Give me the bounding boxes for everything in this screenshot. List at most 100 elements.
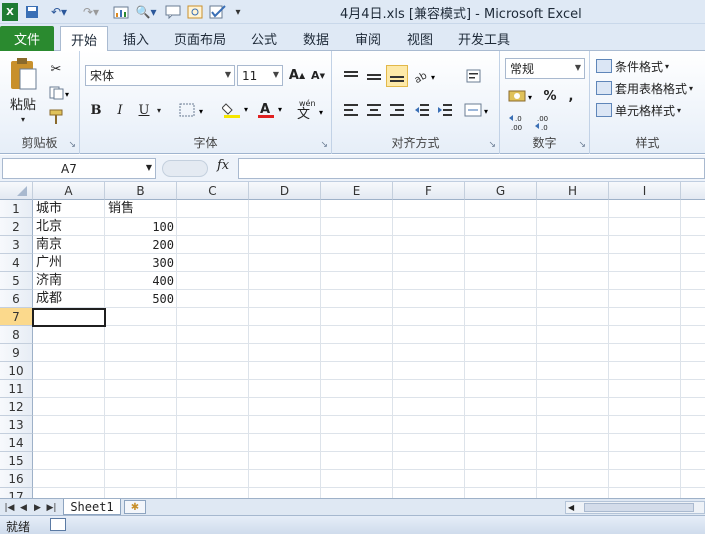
decrease-indent-icon[interactable] — [411, 99, 433, 121]
row-header-5[interactable]: 5 — [0, 272, 33, 290]
cell-a3[interactable]: 南京 — [33, 236, 105, 254]
decrease-decimal-icon[interactable]: .00.0 — [532, 111, 556, 133]
column-header-a[interactable]: A — [33, 182, 105, 200]
find-icon[interactable]: 🔍▾ — [134, 3, 158, 21]
font-launcher-icon[interactable]: ↘ — [320, 140, 328, 150]
redo-icon[interactable]: ↷▾ — [80, 3, 102, 21]
align-left-icon[interactable] — [340, 99, 362, 121]
macro-record-icon[interactable] — [50, 518, 66, 531]
paste-button[interactable]: 粘贴 — [4, 93, 42, 113]
cell-b3[interactable]: 200 — [105, 236, 177, 254]
column-header-c[interactable]: C — [177, 182, 249, 200]
row-header-17[interactable]: 17 — [0, 488, 33, 498]
row-header-4[interactable]: 4 — [0, 254, 33, 272]
fill-color-icon[interactable]: ▾ — [220, 99, 254, 121]
shrink-font-icon[interactable]: A ▼ — [308, 65, 328, 86]
customize-qat-icon[interactable]: ▾ — [232, 3, 244, 21]
clipboard-launcher-icon[interactable]: ↘ — [68, 140, 76, 150]
format-painter-icon[interactable] — [46, 107, 66, 127]
row-header-13[interactable]: 13 — [0, 416, 33, 434]
row-header-6[interactable]: 6 — [0, 290, 33, 308]
worksheet-grid[interactable]: A B C D E F G H I 1 城市 销售 2 北京 100 3 南京 200 4 广州 30… — [0, 182, 705, 498]
cell-b5[interactable]: 400 — [105, 272, 177, 290]
cut-icon[interactable]: ✂ — [46, 59, 66, 79]
last-sheet-icon[interactable]: ▶| — [45, 501, 58, 514]
scroll-left-icon[interactable]: ◀ — [568, 503, 578, 512]
column-header-h[interactable]: H — [537, 182, 609, 200]
paste-icon[interactable] — [4, 55, 42, 93]
copy-icon[interactable]: ▾ — [46, 83, 74, 103]
excel-logo-icon[interactable]: X — [2, 3, 18, 21]
checkmark-icon[interactable] — [208, 3, 228, 21]
row-header-14[interactable]: 14 — [0, 434, 33, 452]
row-header-8[interactable]: 8 — [0, 326, 33, 344]
table-format-button[interactable]: 套用表格格式 ▾ — [596, 79, 693, 97]
cell-b6[interactable]: 500 — [105, 290, 177, 308]
borders-icon[interactable]: ▾ — [176, 99, 210, 121]
row-header-2[interactable]: 2 — [0, 218, 33, 236]
tab-home[interactable]: 开始 — [60, 26, 108, 52]
increase-indent-icon[interactable] — [434, 99, 456, 121]
next-sheet-icon[interactable]: ▶ — [31, 501, 44, 514]
align-center-icon[interactable] — [363, 99, 385, 121]
percent-style-button[interactable]: % — [540, 85, 560, 107]
column-header-g[interactable]: G — [465, 182, 537, 200]
underline-button[interactable]: U — [134, 99, 154, 121]
horizontal-scrollbar[interactable]: ◀ — [565, 501, 705, 514]
tab-review[interactable]: 审阅 — [346, 26, 390, 51]
tab-data[interactable]: 数据 — [294, 26, 338, 51]
alignment-launcher-icon[interactable]: ↘ — [488, 140, 496, 150]
number-format-combo[interactable]: 常规 ▼ — [505, 58, 585, 79]
merge-center-icon[interactable]: ▾ — [462, 99, 494, 121]
accounting-format-icon[interactable]: ▾ — [506, 85, 538, 107]
tab-developer[interactable]: 开发工具 — [450, 26, 518, 51]
cell-b4[interactable]: 300 — [105, 254, 177, 272]
row-header-16[interactable]: 16 — [0, 470, 33, 488]
tab-file[interactable]: 文件 — [0, 26, 54, 51]
grow-font-icon[interactable]: A ▲ — [287, 65, 307, 86]
align-bottom-icon[interactable] — [386, 65, 408, 87]
paste-dropdown-icon[interactable]: ▾ — [4, 113, 42, 125]
align-top-icon[interactable] — [340, 65, 362, 87]
column-header-i[interactable]: I — [609, 182, 681, 200]
sheet-tab-sheet1[interactable]: Sheet1 — [63, 499, 121, 515]
conditional-format-button[interactable]: 条件格式 ▾ — [596, 57, 669, 75]
font-size-combo[interactable]: 11 ▼ — [237, 65, 283, 86]
row-header-3[interactable]: 3 — [0, 236, 33, 254]
bold-button[interactable]: B — [86, 99, 106, 121]
cell-styles-button[interactable]: 单元格样式 ▾ — [596, 101, 681, 119]
column-header-d[interactable]: D — [249, 182, 321, 200]
row-header-1[interactable]: 1 — [0, 200, 33, 218]
font-color-icon[interactable]: A ▾ — [256, 99, 288, 121]
comment-icon[interactable] — [164, 3, 182, 21]
column-header-e[interactable]: E — [321, 182, 393, 200]
track-changes-icon[interactable] — [186, 3, 204, 21]
tab-formulas[interactable]: 公式 — [242, 26, 286, 51]
cell-a1[interactable]: 城市 — [33, 200, 105, 218]
number-launcher-icon[interactable]: ↘ — [578, 140, 586, 150]
row-header-10[interactable]: 10 — [0, 362, 33, 380]
phonetic-guide-icon[interactable]: wén 文 ▾ — [294, 97, 330, 123]
row-header-9[interactable]: 9 — [0, 344, 33, 362]
insert-function-button[interactable]: fx — [217, 158, 229, 173]
undo-icon[interactable]: ↶▾ — [48, 3, 70, 21]
tab-view[interactable]: 视图 — [398, 26, 442, 51]
row-header-12[interactable]: 12 — [0, 398, 33, 416]
cell-b1[interactable]: 销售 — [105, 200, 177, 218]
wrap-text-icon[interactable] — [462, 65, 486, 87]
column-header-f[interactable]: F — [393, 182, 465, 200]
first-sheet-icon[interactable]: |◀ — [3, 501, 16, 514]
chart-icon[interactable] — [112, 3, 130, 21]
italic-button[interactable]: I — [110, 99, 130, 121]
insert-sheet-icon[interactable]: ✱ — [124, 500, 146, 514]
row-header-7[interactable]: 7 — [0, 308, 33, 326]
row-header-15[interactable]: 15 — [0, 452, 33, 470]
align-middle-icon[interactable] — [363, 65, 385, 87]
column-header-b[interactable]: B — [105, 182, 177, 200]
align-right-icon[interactable] — [386, 99, 408, 121]
formula-input[interactable] — [238, 158, 705, 179]
tab-page-layout[interactable]: 页面布局 — [166, 26, 234, 51]
comma-style-button[interactable]: , — [562, 85, 580, 107]
cell-a4[interactable]: 广州 — [33, 254, 105, 272]
cell-a6[interactable]: 成都 — [33, 290, 105, 308]
